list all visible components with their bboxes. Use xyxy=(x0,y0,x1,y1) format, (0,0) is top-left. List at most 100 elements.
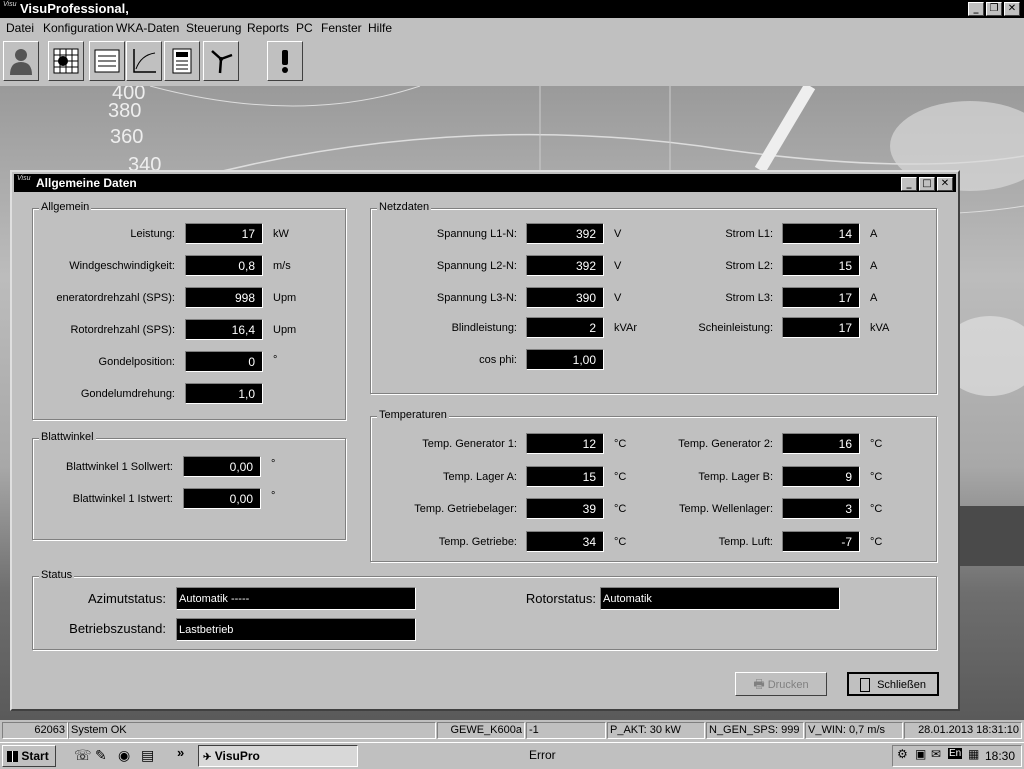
tray-icon[interactable]: ⚙ xyxy=(897,747,908,761)
schliessen-button[interactable]: Schließen xyxy=(847,672,939,696)
dialog-maximize-button[interactable]: □ xyxy=(919,177,935,191)
status-cell: -1 xyxy=(526,722,606,739)
unit-strom-l3: A xyxy=(870,292,878,304)
tray-icon[interactable]: ▣ xyxy=(915,747,926,761)
label-strom-l1: Strom L1: xyxy=(725,228,773,240)
quicklaunch-icon[interactable]: ✎ xyxy=(95,747,107,764)
label-gondelposition: Gondelposition: xyxy=(98,356,175,368)
label-cos-phi: cos phi: xyxy=(479,354,517,366)
label-windgeschwindigkeit: Windgeschwindigkeit: xyxy=(69,260,175,272)
value-spannung-l3: 390 xyxy=(526,287,604,308)
value-gondelposition: 0 xyxy=(185,351,263,372)
value-spannung-l1: 392 xyxy=(526,223,604,244)
task-error[interactable]: Error xyxy=(525,745,825,767)
unit-generatordrehzahl: Upm xyxy=(273,292,297,304)
tray-icon[interactable]: ▦ xyxy=(968,747,979,761)
group-title: Status xyxy=(39,569,75,581)
value-temp-generator-1: 12 xyxy=(526,433,604,454)
exclamation-icon xyxy=(282,50,288,73)
unit-gondelposition: ° xyxy=(273,354,278,366)
bg-scale-label: 360 xyxy=(110,126,144,148)
user-icon xyxy=(10,49,32,75)
label-temp-getriebelager: Temp. Getriebelager: xyxy=(414,503,517,515)
group-title: Blattwinkel xyxy=(39,431,96,443)
quicklaunch-icon[interactable]: ☏ xyxy=(74,747,92,764)
start-button[interactable]: Start xyxy=(2,745,56,767)
minimize-button[interactable]: _ xyxy=(968,2,984,16)
chart-button[interactable] xyxy=(126,41,162,81)
label-strom-l2: Strom L2: xyxy=(725,260,773,272)
schliessen-label: Schließen xyxy=(877,679,926,691)
value-temp-getriebelager: 39 xyxy=(526,498,604,519)
allgemeine-daten-button[interactable] xyxy=(48,41,84,81)
value-temp-lager-a: 15 xyxy=(526,466,604,487)
value-strom-l1: 14 xyxy=(782,223,860,244)
list-icon xyxy=(94,49,120,73)
dialog-titlebar: Visu Allgemeine Daten _ □ ✕ xyxy=(14,174,956,192)
label-blattwinkel-istwert: Blattwinkel 1 Istwert: xyxy=(72,493,173,505)
unit-leistung: kW xyxy=(273,228,289,240)
tray-icon[interactable]: ✉ xyxy=(931,747,941,761)
menu-fenster[interactable]: Fenster xyxy=(321,21,362,35)
menu-pc[interactable]: PC xyxy=(296,21,313,35)
unit-temp-lager-b: °C xyxy=(870,471,883,483)
label-temp-lager-b: Temp. Lager B: xyxy=(698,471,773,483)
label-scheinleistung: Scheinleistung: xyxy=(698,322,773,334)
calculator-button[interactable] xyxy=(164,41,200,81)
label-azimutstatus: Azimutstatus: xyxy=(87,591,166,606)
group-title: Allgemein xyxy=(39,201,92,213)
menu-wka-daten[interactable]: WKA-Daten xyxy=(116,21,179,35)
user-button[interactable] xyxy=(3,41,39,81)
app-logo: Visu xyxy=(3,1,17,8)
status-bar: 62063 System OK GEWE_K600a -1 P_AKT: 30 … xyxy=(0,721,1024,741)
drucken-label: Drucken xyxy=(767,679,809,691)
dialog-close-button[interactable]: ✕ xyxy=(937,177,953,191)
status-cell: N_GEN_SPS: 999 U xyxy=(706,722,804,739)
close-button[interactable]: ✕ xyxy=(1004,2,1020,16)
dialog-logo: Visu xyxy=(17,175,31,182)
group-netzdaten: Netzdaten Spannung L1-N: 392 V Spannung … xyxy=(370,201,937,394)
task-visupro[interactable]: ✈ VisuPro xyxy=(198,745,358,767)
printer-icon: 🖶 xyxy=(753,677,765,691)
turbine-button[interactable] xyxy=(203,41,239,81)
restore-button[interactable]: ❐ xyxy=(986,2,1002,16)
value-windgeschwindigkeit: 0,8 xyxy=(185,255,263,276)
menu-reports[interactable]: Reports xyxy=(247,21,289,35)
label-spannung-l1: Spannung L1-N: xyxy=(436,228,517,240)
label-temp-generator-1: Temp. Generator 1: xyxy=(422,438,517,450)
menu-bar: Datei Konfiguration WKA-Daten Steuerung … xyxy=(0,18,1024,38)
menu-hilfe[interactable]: Hilfe xyxy=(368,21,392,35)
value-temp-luft: -7 xyxy=(782,531,860,552)
value-temp-wellenlager: 3 xyxy=(782,498,860,519)
status-cell: GEWE_K600a xyxy=(437,722,525,739)
list-view-button[interactable] xyxy=(89,41,125,81)
menu-konfiguration[interactable]: Konfiguration xyxy=(43,21,114,35)
unit-spannung-l1: V xyxy=(614,228,622,240)
unit-temp-generator-1: °C xyxy=(614,438,627,450)
label-temp-wellenlager: Temp. Wellenlager: xyxy=(679,503,773,515)
value-rotordrehzahl: 16,4 xyxy=(185,319,263,340)
status-cell: V_WIN: 0,7 m/s xyxy=(805,722,903,739)
label-temp-getriebe: Temp. Getriebe: xyxy=(438,536,517,548)
unit-blindleistung: kVAr xyxy=(614,322,638,334)
dialog-minimize-button[interactable]: _ xyxy=(901,177,917,191)
quicklaunch-icon[interactable]: ◉ xyxy=(118,747,130,764)
language-icon[interactable]: En xyxy=(948,748,963,759)
menu-steuerung[interactable]: Steuerung xyxy=(186,21,241,35)
label-gondelumdrehung: Gondelumdrehung: xyxy=(80,388,175,400)
value-scheinleistung: 17 xyxy=(782,317,860,338)
quicklaunch-icon[interactable]: ▤ xyxy=(141,747,154,764)
value-blattwinkel-sollwert: 0,00 xyxy=(183,456,261,477)
value-gondelumdrehung: 1,0 xyxy=(185,383,263,404)
chevron-right-icon[interactable]: » xyxy=(177,745,184,760)
menu-datei[interactable]: Datei xyxy=(6,21,34,35)
unit-blattwinkel-sollwert: ° xyxy=(271,458,276,470)
drucken-button[interactable]: 🖶 Drucken xyxy=(735,672,827,696)
alarm-button[interactable] xyxy=(267,41,303,81)
unit-strom-l2: A xyxy=(870,260,878,272)
label-betriebszustand: Betriebszustand: xyxy=(69,621,166,636)
value-spannung-l2: 392 xyxy=(526,255,604,276)
unit-strom-l1: A xyxy=(870,228,878,240)
unit-spannung-l2: V xyxy=(614,260,622,272)
unit-spannung-l3: V xyxy=(614,292,622,304)
